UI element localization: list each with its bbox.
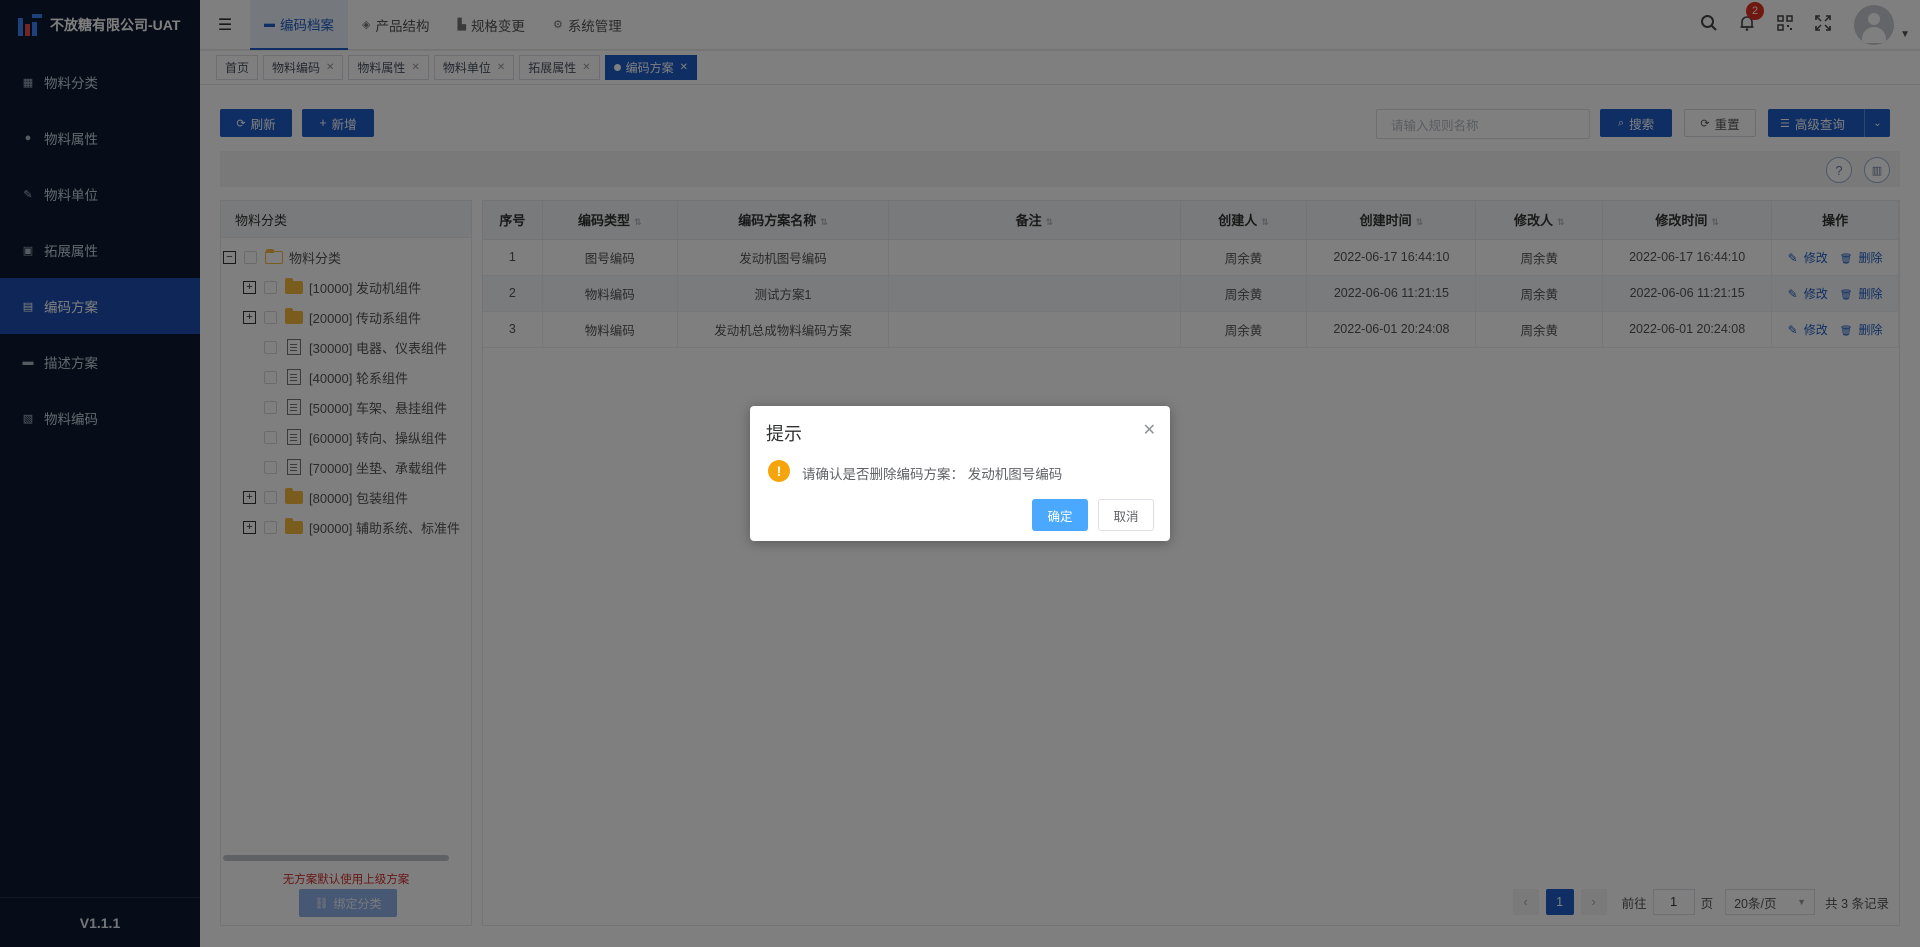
- warning-icon: !: [768, 460, 790, 482]
- dialog-title: 提示: [766, 424, 802, 444]
- cancel-button[interactable]: 取消: [1098, 499, 1154, 531]
- close-icon[interactable]: ✕: [1143, 420, 1156, 440]
- confirm-dialog: 提示 ✕ ! 请确认是否删除编码方案： 发动机图号编码 确定 取消: [750, 406, 1170, 541]
- confirm-button[interactable]: 确定: [1032, 499, 1088, 531]
- dialog-message: 请确认是否删除编码方案： 发动机图号编码: [802, 467, 1063, 482]
